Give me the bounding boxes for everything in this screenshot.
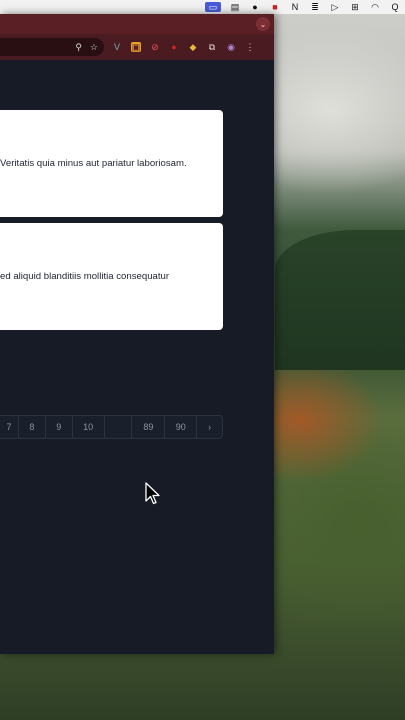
vue-devtools-icon[interactable]: V bbox=[112, 42, 122, 52]
post-card[interactable]: ed aliquid blanditiis mollitia consequat… bbox=[0, 223, 223, 330]
page-content: Veritatis quia minus aut pariatur labori… bbox=[0, 60, 274, 654]
stage-manager-icon[interactable]: ▭ bbox=[205, 2, 221, 12]
colorful-icon[interactable]: ◆ bbox=[188, 42, 198, 52]
tab-bar: ⌄ bbox=[0, 14, 274, 34]
page-ellipsis bbox=[103, 416, 132, 438]
search-icon[interactable]: Q bbox=[389, 2, 401, 12]
screen-icon[interactable]: ▤ bbox=[229, 2, 241, 12]
grid-icon[interactable]: ⊞ bbox=[349, 2, 361, 12]
page-link[interactable]: 8 bbox=[17, 416, 45, 438]
profile-icon[interactable]: ◉ bbox=[226, 42, 236, 52]
play-icon[interactable]: ▷ bbox=[329, 2, 341, 12]
puzzle-icon[interactable]: ⧉ bbox=[207, 42, 217, 52]
browser-toolbar: ⚲ ☆ V ▣ ⊘ ● ◆ ⧉ ◉ ⋮ bbox=[0, 34, 274, 60]
next-page-button[interactable]: › bbox=[196, 416, 222, 438]
post-card[interactable]: Veritatis quia minus aut pariatur labori… bbox=[0, 110, 223, 217]
browser-window: ⌄ ⚲ ☆ V ▣ ⊘ ● ◆ ⧉ ◉ ⋮ Veritatis quia min… bbox=[0, 14, 274, 654]
database-icon[interactable]: ≣ bbox=[309, 2, 321, 12]
record-icon[interactable]: ■ bbox=[269, 2, 281, 12]
n-icon[interactable]: N bbox=[289, 2, 301, 12]
extensions-bar: V ▣ ⊘ ● ◆ ⧉ ◉ ⋮ bbox=[112, 42, 255, 52]
circle-c-icon[interactable]: ● bbox=[249, 2, 261, 12]
menu-bar: ▭ ▤ ● ■ N ≣ ▷ ⊞ ◠ Q bbox=[0, 0, 405, 14]
extension-icon[interactable]: ▣ bbox=[131, 42, 141, 52]
wifi-icon[interactable]: ◠ bbox=[369, 2, 381, 12]
chevron-down-icon[interactable]: ⌄ bbox=[256, 17, 270, 31]
mouse-cursor-icon bbox=[145, 482, 160, 505]
post-body: ed aliquid blanditiis mollitia consequat… bbox=[0, 271, 170, 282]
page-link[interactable]: 90 bbox=[164, 416, 196, 438]
post-body: Veritatis quia minus aut pariatur labori… bbox=[0, 158, 187, 169]
record-icon[interactable]: ● bbox=[169, 42, 179, 52]
page-link[interactable]: 9 bbox=[44, 416, 72, 438]
wallpaper-hill bbox=[275, 230, 405, 370]
star-icon[interactable]: ☆ bbox=[90, 42, 98, 53]
pagination: 7 8 9 10 89 90 › bbox=[0, 415, 223, 439]
address-bar[interactable]: ⚲ ☆ bbox=[0, 38, 104, 56]
page-link[interactable]: 10 bbox=[71, 416, 104, 438]
block-icon[interactable]: ⊘ bbox=[150, 42, 160, 52]
page-link[interactable]: 89 bbox=[131, 416, 164, 438]
menu-icon[interactable]: ⋮ bbox=[245, 42, 255, 52]
page-link[interactable]: 7 bbox=[0, 416, 18, 438]
zoom-icon[interactable]: ⚲ bbox=[75, 42, 82, 53]
